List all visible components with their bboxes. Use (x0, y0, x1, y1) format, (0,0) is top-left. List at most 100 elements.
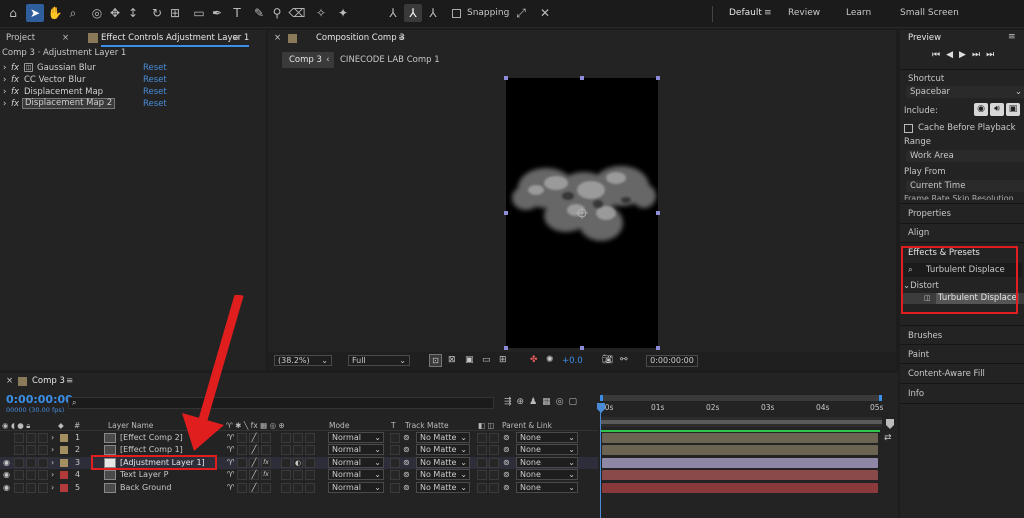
eraser-tool-icon[interactable]: ⌫ (288, 4, 306, 22)
blend-mode-dropdown[interactable]: Normal ⌄ (328, 481, 384, 493)
parent-pickwhip-icon[interactable]: ⊚ (503, 432, 510, 444)
tab-timeline-comp-3[interactable]: Comp 3 (32, 373, 65, 390)
color-management-icon[interactable]: ✺ (546, 355, 554, 365)
layer-name[interactable]: Text Layer P (120, 469, 168, 481)
composition-viewer-canvas[interactable] (506, 78, 658, 348)
frame-blend-switch[interactable] (281, 445, 291, 456)
adjustment-layer-switch[interactable] (293, 433, 303, 443)
chevron-right-icon[interactable]: › (3, 74, 6, 86)
workspace-default[interactable]: Default (729, 8, 762, 18)
track-matte-dropdown[interactable]: No Matte ⌄ (416, 469, 470, 481)
transform-handle[interactable] (504, 346, 508, 350)
snapping-checkbox[interactable] (452, 9, 461, 18)
chevron-right-icon[interactable]: › (51, 444, 54, 456)
audio-switch[interactable] (14, 470, 24, 481)
parent-pickwhip-icon[interactable]: ⊚ (503, 457, 510, 469)
axis-world-icon[interactable]: ⅄ (404, 4, 422, 22)
transparency-grid-icon[interactable]: ⊠ (448, 355, 456, 365)
breadcrumb-cinecode-lab[interactable]: CINECODE LAB Comp 1 (340, 52, 440, 68)
shy-layers-icon[interactable]: ♟ (529, 397, 542, 407)
close-icon[interactable]: × (62, 30, 69, 47)
matte-link-icon[interactable]: ⊚ (403, 444, 410, 456)
solo-switch[interactable] (26, 433, 36, 443)
matte-invert-switch[interactable] (489, 433, 499, 443)
panel-menu-icon[interactable]: ≡ (232, 30, 239, 47)
parent-dropdown[interactable]: None ⌄ (516, 456, 578, 468)
solo-switch[interactable] (26, 445, 36, 456)
preserve-transparency-switch[interactable] (390, 482, 400, 493)
include-video-icon[interactable]: ◉ (974, 103, 988, 116)
next-frame-icon[interactable]: ⏭ (972, 50, 986, 60)
table-row[interactable]: ◉ › 4 Text Layer P ♈ ╱ fx Normal ⌄ ⊚ No Matte ⌄ ⊚ Non… (0, 469, 598, 481)
layer-name[interactable]: Back Ground (120, 482, 171, 494)
content-aware-fill-panel-tab[interactable]: Content-Aware Fill (908, 369, 985, 379)
tab-effect-controls[interactable]: Effect Controls Adjustment Layer 1 (101, 30, 250, 47)
shy-switch-icon[interactable]: ♈ (227, 469, 234, 481)
effect-row-cc-vector-blur[interactable]: › fx CC Vector Blur Reset (0, 74, 254, 86)
snap-extra-icon[interactable]: ✕ (536, 4, 554, 22)
audio-switch[interactable] (14, 457, 24, 468)
axis-local-icon[interactable]: ⅄ (384, 4, 402, 22)
axis-view-icon[interactable]: ⅄ (424, 4, 442, 22)
puppet-pin-tool-icon[interactable]: ✦ (334, 4, 352, 22)
comp-mini-flowchart-icon[interactable]: ⇶ (504, 397, 517, 407)
lock-switch[interactable] (38, 482, 48, 493)
reset-link[interactable]: Reset (143, 74, 167, 86)
exposure-value[interactable]: +0.0 (562, 356, 583, 366)
info-panel-tab[interactable]: Info (908, 389, 924, 399)
collapse-switch[interactable] (237, 482, 247, 493)
quality-switch-icon[interactable]: ╱ (249, 457, 259, 468)
layer-search-input[interactable]: ⌕ (68, 397, 494, 409)
frame-blend-switch[interactable] (281, 457, 291, 468)
matte-link-icon[interactable]: ⊚ (403, 432, 410, 444)
range-dropdown[interactable]: Work Area (906, 150, 1024, 162)
matte-link-icon[interactable]: ⊚ (403, 482, 410, 494)
frame-blend-switch[interactable] (281, 482, 291, 493)
table-row[interactable]: ◉ › 3 [Adjustment Layer 1] ♈ ╱ fx ◐ Normal ⌄ ⊚ No M… (0, 456, 598, 469)
layer-name[interactable]: [Effect Comp 2] (120, 432, 183, 444)
table-row[interactable]: › 2 [Effect Comp 1] ♈ ╱ Normal ⌄ ⊚ No Matte ⌄ ⊚ Non… (0, 444, 598, 456)
matte-invert-switch[interactable] (489, 470, 499, 481)
track-matte-dropdown[interactable]: No Matte ⌄ (416, 444, 470, 456)
effect-row-gaussian-blur[interactable]: › fx ◫ Gaussian Blur Reset (0, 62, 254, 74)
dolly-camera-icon[interactable]: ↕ (124, 4, 142, 22)
track-matte-dropdown[interactable]: No Matte ⌄ (416, 432, 470, 443)
rotation-tool-icon[interactable]: ↻ (148, 4, 166, 22)
fx-icon[interactable]: fx (11, 74, 19, 86)
parent-pickwhip-icon[interactable]: ⊚ (503, 482, 510, 494)
zoom-slider-icon[interactable]: ⇄ (884, 433, 892, 443)
visibility-eye-icon[interactable]: ◉ (3, 482, 10, 494)
align-panel-tab[interactable]: Align (908, 228, 929, 238)
blend-mode-dropdown[interactable]: Normal ⌄ (328, 456, 384, 468)
close-icon[interactable]: × (6, 373, 13, 390)
type-tool-icon[interactable]: T (228, 4, 246, 22)
draft-3d-icon[interactable]: ⊕ (517, 397, 530, 407)
lock-switch[interactable] (38, 445, 48, 456)
layer-duration-bar[interactable] (602, 433, 878, 443)
audio-switch[interactable] (14, 433, 24, 443)
tab-composition[interactable]: Composition Comp 3 (316, 30, 405, 47)
parent-dropdown[interactable]: None ⌄ (516, 481, 578, 493)
matte-alpha-switch[interactable] (477, 470, 487, 481)
matte-link-icon[interactable]: ⊚ (403, 469, 410, 481)
transform-handle[interactable] (656, 76, 660, 80)
roto-brush-tool-icon[interactable]: ✧ (312, 4, 330, 22)
parent-pickwhip-icon[interactable]: ⊚ (503, 444, 510, 456)
quality-switch-icon[interactable]: ╱ (249, 470, 259, 481)
adjustment-layer-switch[interactable] (293, 482, 303, 493)
label-color-swatch[interactable] (60, 458, 68, 467)
panel-menu-icon[interactable]: ≡ (398, 30, 405, 47)
zoom-tool-icon[interactable]: ⌕ (64, 4, 82, 22)
pan-camera-icon[interactable]: ✥ (106, 4, 124, 22)
3d-layer-switch[interactable] (305, 470, 315, 481)
effect-row-displacement-map-2[interactable]: › fx Displacement Map 2 Reset (0, 98, 254, 110)
work-area-bar[interactable] (600, 417, 882, 427)
home-icon[interactable]: ⌂ (4, 4, 22, 22)
chevron-right-icon[interactable]: › (3, 62, 6, 74)
include-audio-icon[interactable]: 🔊︎ (990, 103, 1004, 116)
preserve-transparency-switch[interactable] (390, 445, 400, 456)
preserve-transparency-switch[interactable] (390, 457, 400, 468)
track-matte-dropdown[interactable]: No Matte ⌄ (416, 456, 470, 468)
properties-panel-tab[interactable]: Properties (908, 209, 951, 219)
close-icon[interactable]: × (274, 30, 281, 47)
